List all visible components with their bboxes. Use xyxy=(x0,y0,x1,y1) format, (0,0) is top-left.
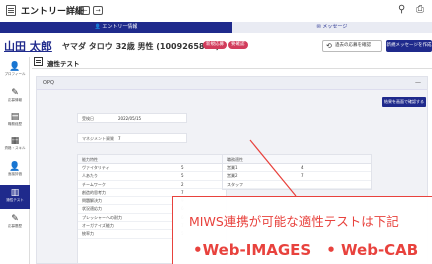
sidebar-item-label: プロフィール xyxy=(4,72,26,76)
sidebar-item-career[interactable]: ▤ 職務経歴 xyxy=(0,109,30,131)
row-label: プレッシャーへの耐力 xyxy=(82,214,122,220)
sidebar-item-profile[interactable]: 👤 プロフィール xyxy=(0,59,30,83)
row-value: 4 xyxy=(301,165,304,170)
management-value: 7 xyxy=(118,136,121,141)
row-label: スタッフ xyxy=(227,181,243,187)
row-value: 7 xyxy=(301,173,304,179)
window-title: エントリー詳細 xyxy=(21,7,85,17)
test-sheet-icon xyxy=(34,57,43,66)
opq-panel-title: OPQ xyxy=(43,80,54,86)
print-icon[interactable]: ⎙ xyxy=(416,4,424,15)
row-label: 統率力 xyxy=(82,231,94,237)
tab-entry-info[interactable]: 👤 エントリー情報 xyxy=(0,22,232,33)
row-label: 営業2 xyxy=(227,173,238,179)
callout-text-line2: •Web-IMAGES • Web-CAB xyxy=(193,241,419,259)
collapse-icon[interactable]: — xyxy=(415,79,421,86)
section-title: 適性テスト xyxy=(47,60,80,68)
edit-icon: ✎ xyxy=(11,88,19,98)
table-row: ヴァイタリティ 5 xyxy=(78,164,226,173)
annotation-callout: MIWS連携が可能な適性テストは下記 •Web-IMAGES • Web-CAB xyxy=(172,196,432,264)
sidebar-item-aptitude-test[interactable]: ▥ 適性テスト xyxy=(0,185,30,209)
opq-panel-header[interactable]: OPQ — xyxy=(37,77,427,90)
person-icon: 👤 xyxy=(9,62,21,72)
edit-icon: ✎ xyxy=(11,214,19,224)
exam-date-field: 受検日 2022/05/15 xyxy=(77,113,187,123)
sidebar-item-label: 職務経歴 xyxy=(8,122,22,126)
test-sheet-icon: ▥ xyxy=(10,188,20,198)
sidebar-item-application[interactable]: ✎ 応募情報 xyxy=(0,85,30,107)
view-results-button[interactable]: 結果を画面で確認する xyxy=(382,97,426,107)
section-header: 適性テスト xyxy=(32,55,432,69)
row-label: オーガナイズ能力 xyxy=(82,223,114,229)
forward-button[interactable]: → xyxy=(93,6,103,15)
table-row: スタッフ xyxy=(223,181,371,189)
sidebar-item-skills[interactable]: ▦ 資格・スキル xyxy=(0,133,30,157)
row-label: 問題解決力 xyxy=(82,198,102,204)
candidate-details: ヤマダ タロウ 32歳 男性 (1009265839) xyxy=(62,42,220,51)
status-badge-new: 新規応募 xyxy=(203,41,227,49)
table-row: 営業1 4 xyxy=(223,164,371,173)
management-label: マネジメント資質 xyxy=(82,136,114,141)
row-label: チームワーク xyxy=(82,181,106,187)
pin-icon[interactable]: ⚲ xyxy=(398,4,405,15)
row-label: 創造的思考力 xyxy=(82,189,106,195)
back-button[interactable]: ← xyxy=(80,6,90,15)
tab-message[interactable]: ✉ メッセージ xyxy=(232,22,432,33)
sidebar-item-label: 面接評価 xyxy=(8,172,22,176)
exam-date-value: 2022/05/15 xyxy=(118,116,142,121)
document-icon xyxy=(6,5,16,16)
new-message-button[interactable]: 新規メッセージを作成 xyxy=(386,40,432,52)
sidebar-item-label: 応募履歴 xyxy=(8,224,22,228)
view-past-applications-label: 過去の応募を確認 xyxy=(335,43,371,48)
row-label: ヴァイタリティ xyxy=(82,165,110,170)
ability-table-header: 能力特性 xyxy=(78,155,226,164)
candidate-header: 山田 太郎 ヤマダ タロウ 32歳 男性 (1009265839) 新規応募 要… xyxy=(0,33,432,55)
job-aptitude-header: 職務適性 xyxy=(223,155,371,164)
sidebar-item-label: 資格・スキル xyxy=(4,146,26,150)
sidebar-item-interview[interactable]: 👤 面接評価 xyxy=(0,159,30,183)
person-icon: 👤 xyxy=(9,162,21,172)
status-badge-check: 要確認 xyxy=(228,41,248,49)
row-label: 営業1 xyxy=(227,165,238,170)
row-value: 5 xyxy=(181,165,184,170)
row-label: 状況適応力 xyxy=(82,206,102,212)
sidebar: 👤 プロフィール ✎ 応募情報 ▤ 職務経歴 ▦ 資格・スキル 👤 面接評価 ▥… xyxy=(0,57,30,264)
sidebar-item-history[interactable]: ✎ 応募履歴 xyxy=(0,211,30,233)
sidebar-item-label: 適性テスト xyxy=(6,198,24,202)
tab-bar: 👤 エントリー情報 ✉ メッセージ xyxy=(0,22,432,33)
callout-text-line1: MIWS連携が可能な適性テストは下記 xyxy=(189,214,399,229)
management-field: マネジメント資質 7 xyxy=(77,133,187,143)
row-value: 5 xyxy=(181,173,184,179)
job-aptitude-table: 職務適性 営業1 4 営業2 7 スタッフ xyxy=(222,154,372,190)
table-row: 人あたり 5 xyxy=(78,172,226,181)
sidebar-item-label: 応募情報 xyxy=(8,98,22,102)
exam-date-label: 受検日 xyxy=(82,116,94,121)
candidate-name-link[interactable]: 山田 太郎 xyxy=(4,38,52,54)
view-past-applications-button[interactable]: ⟲ 過去の応募を確認 xyxy=(322,40,382,52)
table-row: 営業2 7 xyxy=(223,172,371,181)
grid-icon: ▦ xyxy=(10,136,20,146)
table-row: チームワーク 2 xyxy=(78,181,226,189)
row-value: 2 xyxy=(181,181,184,187)
window-titlebar: エントリー詳細 ← → ⚲ ⎙ xyxy=(0,0,432,22)
document-list-icon: ▤ xyxy=(10,112,20,122)
row-label: 人あたり xyxy=(82,173,98,179)
history-icon: ⟲ xyxy=(326,42,332,50)
